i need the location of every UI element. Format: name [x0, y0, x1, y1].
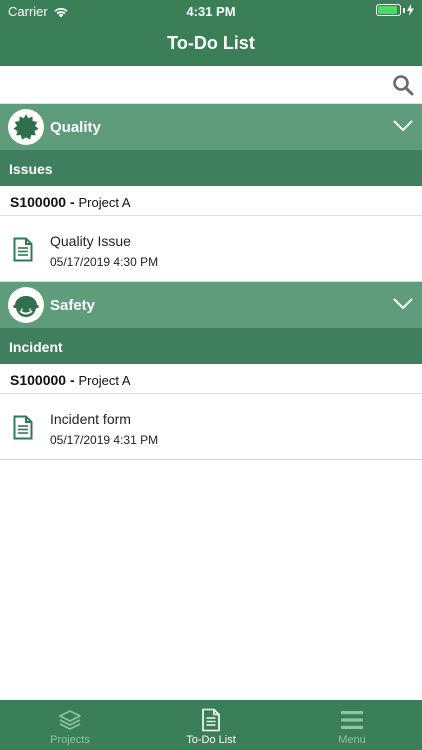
tab-bar: Projects To-Do List Menu: [0, 700, 422, 750]
project-id: S100000: [10, 372, 67, 388]
subcategory-label: Issues: [9, 161, 53, 177]
item-date: 05/17/2019 4:31 PM: [50, 433, 159, 447]
page-title: To-Do List: [167, 33, 255, 53]
tab-label: Menu: [338, 734, 366, 746]
search-bar: [0, 66, 422, 104]
item-title: Quality Issue: [50, 233, 131, 249]
tab-projects[interactable]: Projects: [0, 700, 140, 750]
battery-icon: [376, 4, 401, 16]
project-name: Project A: [78, 195, 131, 210]
project-separator: -: [69, 372, 75, 388]
subcategory-header: Issues: [0, 150, 422, 186]
chevron-down-icon[interactable]: [393, 118, 413, 134]
app-header: Carrier 4:31 PM To-Do List: [0, 0, 422, 66]
tab-label: To-Do List: [186, 734, 236, 746]
project-row: S100000 - Project A: [0, 364, 422, 394]
project-id: S100000: [10, 194, 67, 210]
category-header-quality[interactable]: Quality: [0, 104, 422, 150]
charging-icon: [407, 4, 414, 16]
category-label: Safety: [50, 297, 96, 314]
project-name: Project A: [78, 373, 131, 388]
item-date: 05/17/2019 4:30 PM: [50, 255, 159, 269]
status-time: 4:31 PM: [186, 4, 236, 19]
category-header-safety[interactable]: Safety: [0, 282, 422, 328]
project-row: S100000 - Project A: [0, 186, 422, 216]
subcategory-header: Incident: [0, 328, 422, 364]
chevron-down-icon[interactable]: [393, 296, 413, 312]
category-label: Quality: [50, 119, 101, 136]
tab-todo-list[interactable]: To-Do List: [141, 700, 281, 750]
document-icon: [13, 415, 33, 440]
todo-item[interactable]: Quality Issue 05/17/2019 4:30 PM: [0, 216, 422, 282]
document-icon: [202, 708, 220, 732]
battery-indicator: [376, 4, 414, 16]
badge-icon: [8, 109, 44, 145]
todo-item[interactable]: Incident form 05/17/2019 4:31 PM: [0, 394, 422, 460]
hamburger-icon: [341, 711, 363, 729]
hard-hat-icon: [8, 287, 44, 323]
tab-menu[interactable]: Menu: [282, 700, 422, 750]
layers-icon: [59, 710, 81, 730]
document-icon: [13, 237, 33, 262]
status-bar: Carrier 4:31 PM: [0, 0, 422, 22]
search-icon[interactable]: [392, 74, 414, 96]
subcategory-label: Incident: [9, 339, 63, 355]
project-separator: -: [69, 194, 75, 210]
item-title: Incident form: [50, 411, 131, 427]
tab-label: Projects: [50, 734, 90, 746]
